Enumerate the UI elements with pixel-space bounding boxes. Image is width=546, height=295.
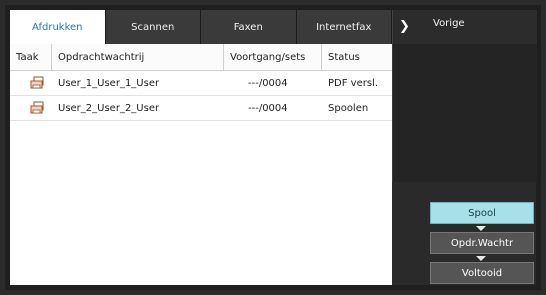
- job-status: PDF versl.: [328, 77, 379, 89]
- print-job-icon: [30, 76, 44, 89]
- completed-button[interactable]: Voltooid: [430, 262, 534, 284]
- job-progress: ---/0004: [248, 102, 288, 114]
- job-cell: [10, 96, 52, 120]
- job-queue-panel: Taak Opdrachtwachtrij Voortgang/sets Sta…: [10, 44, 392, 285]
- job-status: Spoolen: [328, 102, 369, 114]
- tab-faxen[interactable]: Faxen: [201, 10, 297, 44]
- side-panel: Spool Opdr.Wachtr Voltooid: [392, 44, 537, 285]
- tab-scannen[interactable]: Scannen: [105, 10, 201, 44]
- tab-afdrukken[interactable]: Afdrukken: [10, 10, 106, 44]
- job-progress: ---/0004: [248, 77, 288, 89]
- header-opdrachtwachtrij: Opdrachtwachtrij: [52, 44, 224, 70]
- table-row[interactable]: User_2_User_2_User ---/0004 Spoolen: [10, 96, 392, 121]
- job-name: User_2_User_2_User: [58, 102, 160, 114]
- job-cell: [10, 71, 52, 95]
- back-button[interactable]: ❯ Vorige: [392, 10, 537, 44]
- print-job-icon: [30, 101, 44, 114]
- header-status: Status: [328, 51, 360, 63]
- spool-button[interactable]: Spool: [430, 202, 534, 224]
- side-info-area: [392, 44, 537, 182]
- arrow-down-icon: [476, 226, 486, 231]
- job-queue-button[interactable]: Opdr.Wachtr: [430, 232, 534, 254]
- chevron-right-icon: ❯: [399, 19, 410, 34]
- table-header: Taak Opdrachtwachtrij Voortgang/sets Sta…: [10, 44, 392, 71]
- header-voortgang: Voortgang/sets: [224, 44, 322, 70]
- tab-bar: Afdrukken Scannen Faxen Internetfax: [10, 10, 392, 44]
- table-row[interactable]: User_1_User_1_User ---/0004 PDF versl.: [10, 71, 392, 96]
- back-label: Vorige: [433, 18, 465, 29]
- job-name: User_1_User_1_User: [58, 77, 160, 89]
- header-taak: Taak: [10, 44, 52, 70]
- tab-internetfax[interactable]: Internetfax: [296, 10, 392, 44]
- arrow-down-icon: [476, 256, 486, 261]
